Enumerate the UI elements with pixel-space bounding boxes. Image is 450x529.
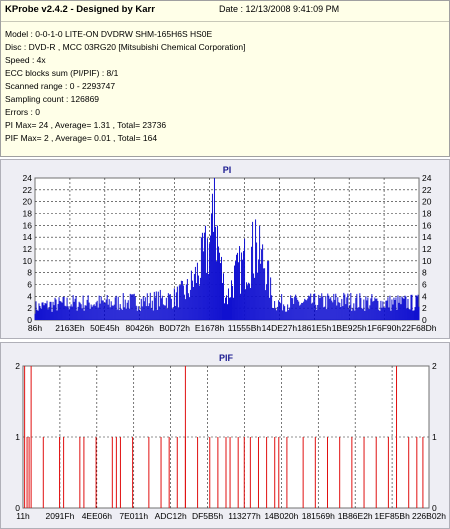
y-tick-label-right: 6 xyxy=(422,280,427,290)
y-tick-label-left: 10 xyxy=(23,256,33,266)
x-tick-label: B0D72h xyxy=(159,323,190,333)
y-tick-label-right: 16 xyxy=(422,220,432,230)
x-tick-label: DF5B5h xyxy=(192,511,223,521)
pif-chart: PIF0 01 12 211h 2091Fh 4EE06h 7E011h ADC12h DF5B… xyxy=(15,353,446,521)
x-tick-label: 22F68Dh xyxy=(402,323,437,333)
y-tick-label-right: 2 xyxy=(422,303,427,313)
info-sampling-count: Sampling count : 126869 xyxy=(5,94,100,104)
x-tick-label: 11555Bh xyxy=(228,323,262,333)
info-separator xyxy=(1,21,449,22)
y-tick-label-left: 22 xyxy=(23,185,33,195)
y-tick-label-left: 2 xyxy=(27,303,32,313)
y-tick-label-right: 4 xyxy=(422,291,427,301)
y-tick-label-right: 8 xyxy=(422,268,427,278)
x-tick-label: 113277h xyxy=(228,511,261,521)
info-lines: Model : 0-0-1-0 LITE-ON DVDRW SHM-165H6S… xyxy=(5,28,245,145)
x-tick-label: 2091Fh xyxy=(45,511,74,521)
info-speed: Speed : 4x xyxy=(5,55,46,65)
y-tick-label-right: 18 xyxy=(422,209,432,219)
x-tick-label: E1678h xyxy=(195,323,225,333)
y-tick-label-left: 4 xyxy=(27,291,32,301)
y-tick-label-left: 18 xyxy=(23,209,33,219)
info-ecc-sum: ECC blocks sum (PI/PIF) : 8/1 xyxy=(5,68,119,78)
chart-title: PI xyxy=(223,165,232,175)
y-tick-label-left: 16 xyxy=(23,220,33,230)
x-tick-label: 1861E5h xyxy=(297,323,331,333)
pi-chart-panel: PI 0 0 2 2 4 4 6 6 8 8 10 10 12 12 14 14 16 16 18 18 20 20 22 22… xyxy=(0,159,450,339)
pif-chart-panel: PIF 0 0 1 1 2 2 11h 2091Fh 4EE06h 7E011h ADC12h DF5B… xyxy=(0,342,450,529)
info-scanned-range: Scanned range : 0 - 2293747 xyxy=(5,81,116,91)
y-tick-label-left: 14 xyxy=(23,232,33,242)
app-title: KProbe v2.4.2 - Designed by Karr xyxy=(5,4,155,15)
y-tick-label-right: 2 xyxy=(432,361,437,371)
y-tick-label-right: 20 xyxy=(422,197,432,207)
x-tick-label: 1BE925h xyxy=(332,323,367,333)
x-tick-label: 2163Eh xyxy=(55,323,85,333)
y-tick-label-left: 8 xyxy=(27,268,32,278)
x-tick-label: 14DE27h xyxy=(262,323,298,333)
x-tick-label: 80426h xyxy=(126,323,155,333)
x-tick-label: 14B020h xyxy=(264,511,298,521)
pi-chart: PI0 02 24 46 68 810 1012 1214 1416 1618 1820 2022 22… xyxy=(23,165,437,333)
info-pi-stats: PI Max= 24 , Average= 1.31 , Total= 2373… xyxy=(5,120,167,130)
x-tick-label: 1F6F90h xyxy=(367,323,401,333)
x-tick-label: 1B86E2h xyxy=(338,511,373,521)
y-tick-label-right: 10 xyxy=(422,256,432,266)
x-tick-label: ADC12h xyxy=(155,511,187,521)
x-tick-label: 50E45h xyxy=(90,323,120,333)
x-tick-label: 1EF85Bh xyxy=(374,511,410,521)
x-tick-label: 226B02h xyxy=(412,511,446,521)
y-tick-label-left: 12 xyxy=(23,244,33,254)
y-tick-label-right: 12 xyxy=(422,244,432,254)
x-tick-label: 11h xyxy=(16,511,30,521)
y-tick-label-left: 2 xyxy=(15,361,20,371)
x-tick-label: 181569h xyxy=(302,511,335,521)
info-pif-stats: PIF Max= 2 , Average= 0.01 , Total= 164 xyxy=(5,133,158,143)
y-tick-label-left: 24 xyxy=(23,173,33,183)
y-tick-label-right: 22 xyxy=(422,185,432,195)
y-tick-label-right: 14 xyxy=(422,232,432,242)
info-model: Model : 0-0-1-0 LITE-ON DVDRW SHM-165H6S… xyxy=(5,29,213,39)
y-tick-label-left: 6 xyxy=(27,280,32,290)
scan-date: Date : 12/13/2008 9:41:09 PM xyxy=(219,4,340,14)
chart-title: PIF xyxy=(219,353,234,363)
x-tick-label: 86h xyxy=(28,323,42,333)
y-tick-label-left: 1 xyxy=(15,432,20,442)
y-tick-label-right: 24 xyxy=(422,173,432,183)
info-errors: Errors : 0 xyxy=(5,107,40,117)
x-tick-label: 7E011h xyxy=(119,511,148,521)
y-tick-label-right: 1 xyxy=(432,432,437,442)
info-panel: KProbe v2.4.2 - Designed by Karr Date : … xyxy=(0,0,450,157)
info-disc: Disc : DVD-R , MCC 03RG20 [Mitsubishi Ch… xyxy=(5,42,246,52)
y-tick-label-left: 20 xyxy=(23,197,33,207)
x-tick-label: 4EE06h xyxy=(82,511,113,521)
